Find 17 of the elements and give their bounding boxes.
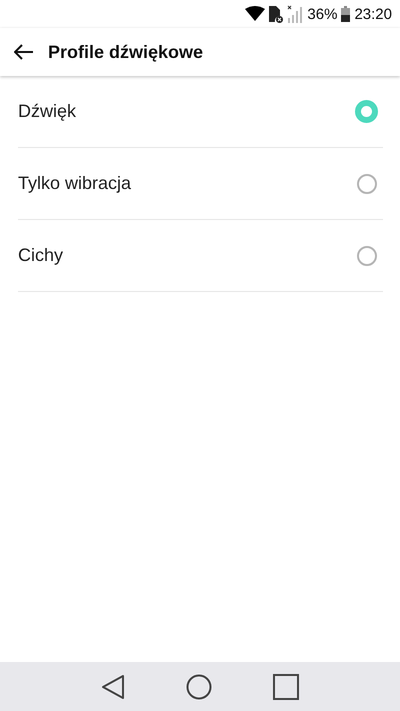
home-icon[interactable]: [186, 674, 212, 700]
option-label: Dźwięk: [18, 101, 76, 122]
wifi-icon: [245, 6, 266, 22]
signal-icon: [287, 5, 304, 23]
battery-icon: [341, 6, 350, 22]
option-label: Tylko wibracja: [18, 173, 132, 194]
clock: 23:20: [354, 6, 392, 22]
recent-apps-icon[interactable]: [273, 674, 300, 700]
radio-button[interactable]: [357, 174, 377, 194]
battery-percent: 36%: [307, 6, 338, 22]
option-label: Cichy: [18, 245, 64, 266]
screen-title: Profile dźwiękowe: [48, 42, 204, 62]
radio-button[interactable]: [355, 100, 378, 123]
radio-button[interactable]: [357, 246, 377, 266]
back-arrow-icon: [14, 44, 34, 60]
back-icon[interactable]: [100, 674, 125, 700]
sim-card-icon: [269, 6, 284, 22]
